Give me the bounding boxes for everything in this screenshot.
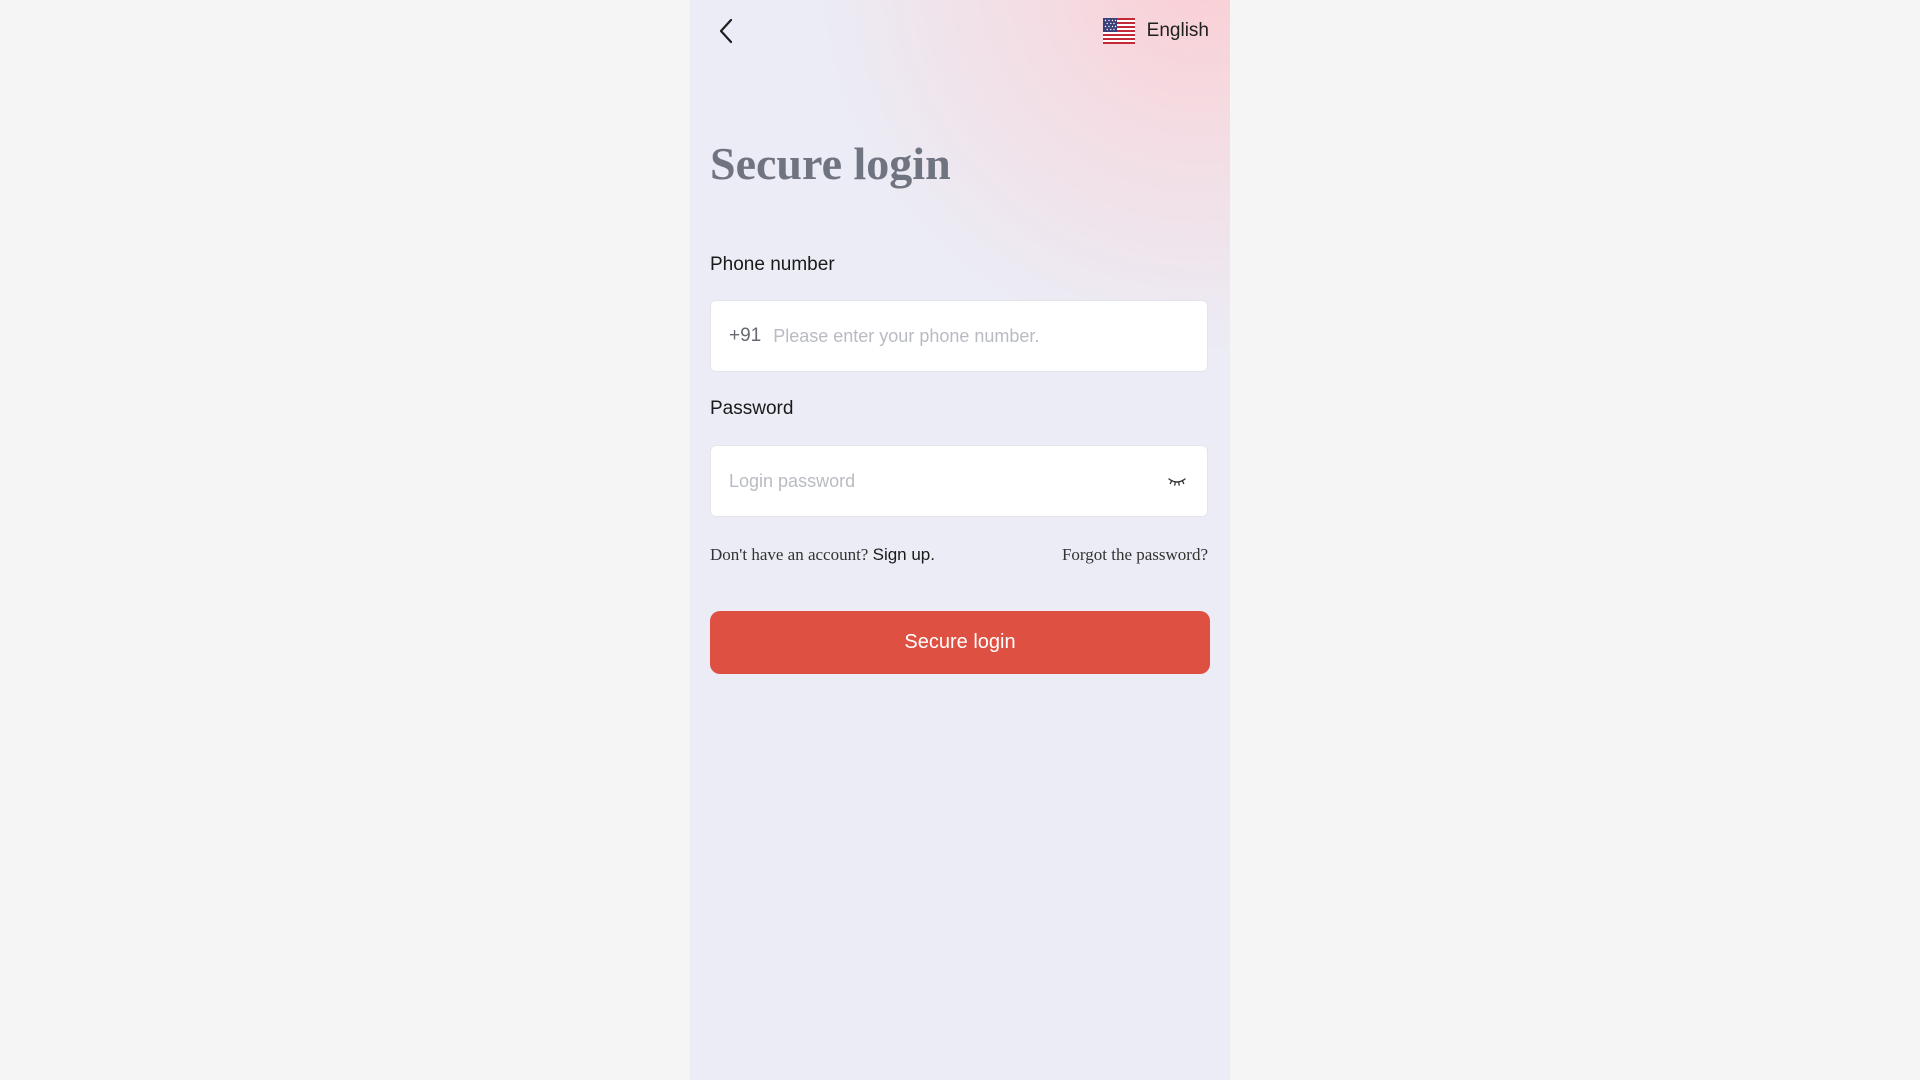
signup-link[interactable]: Sign up.	[873, 545, 935, 564]
password-field[interactable]	[710, 445, 1208, 517]
top-bar: English	[690, 0, 1230, 64]
chevron-left-icon	[719, 18, 733, 44]
eye-closed-icon	[1168, 478, 1186, 486]
us-flag-icon	[1102, 18, 1135, 44]
password-input[interactable]	[729, 470, 1165, 492]
language-label[interactable]: English	[1147, 20, 1209, 42]
phone-number-label: Phone number	[710, 254, 835, 275]
phone-number-field[interactable]: +91	[710, 300, 1208, 372]
auth-links-row: Don't have an account? Sign up. Forgot t…	[710, 543, 1208, 567]
no-account-text: Don't have an account?	[710, 545, 869, 564]
language-selector[interactable]: English	[1102, 16, 1209, 46]
back-button[interactable]	[710, 14, 744, 48]
phone-number-input[interactable]	[773, 325, 1189, 347]
secure-login-button[interactable]: Secure login	[710, 611, 1210, 674]
page-title: Secure login	[710, 138, 951, 189]
signup-prompt: Don't have an account? Sign up.	[710, 545, 935, 565]
forgot-password-link[interactable]: Forgot the password?	[1062, 545, 1208, 565]
password-label: Password	[710, 398, 794, 419]
password-visibility-toggle[interactable]	[1165, 469, 1189, 493]
country-code[interactable]: +91	[729, 325, 761, 347]
login-screen: English Secure login Phone number +91 Pa…	[690, 0, 1230, 1080]
